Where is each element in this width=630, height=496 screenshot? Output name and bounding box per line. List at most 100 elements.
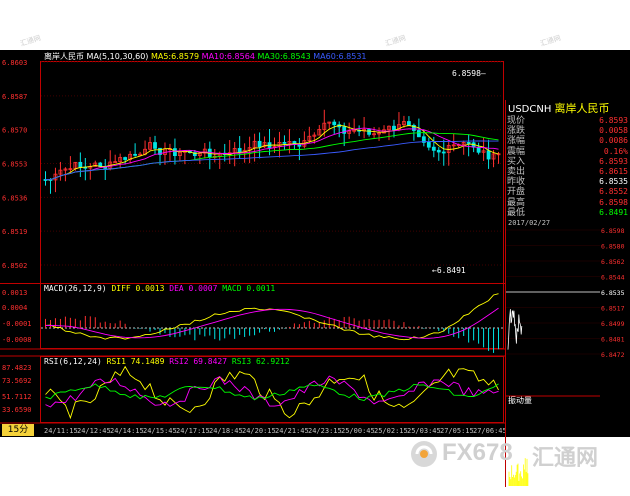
price-tick: 6.8553: [2, 161, 27, 169]
ma-value-1: MA5:6.8579: [150, 52, 200, 61]
quote-value: 6.8598: [599, 197, 628, 207]
candle: [133, 153, 138, 156]
ma-value-3: MA30:6.8543: [254, 52, 311, 61]
candle: [367, 129, 371, 135]
quote-value: 0.0086: [599, 136, 628, 146]
price-tick: 6.8603: [2, 59, 27, 67]
quote-label: 现价: [507, 116, 526, 126]
time-tick: 24/21:45: [275, 427, 309, 435]
instrument-name: 离岸人民币: [44, 52, 84, 61]
price-tick: 6.8570: [2, 127, 27, 135]
ma-value-4: MA60:6.8531: [310, 52, 367, 61]
intraday-tick: 6.8535: [601, 289, 625, 297]
time-tick: 24/15:45: [143, 427, 177, 435]
price-tick: 6.8587: [2, 93, 27, 101]
candle: [257, 140, 262, 148]
macd-value: MACD 0.0011: [222, 284, 276, 293]
watermark-stamp: 汇通网: [539, 33, 562, 49]
ma-value-2: MA10:6.8564: [199, 52, 255, 61]
candle: [416, 130, 421, 138]
quote-label: 买入: [507, 156, 526, 167]
candle: [486, 150, 491, 160]
quote-label: 开盘: [507, 187, 526, 198]
volume-label: 振动量: [508, 396, 532, 405]
candle: [466, 142, 471, 144]
time-tick: 25/02:15: [374, 427, 408, 435]
quote-value: 6.8615: [599, 167, 628, 176]
time-tick: 24/14:15: [110, 427, 144, 435]
time-tick: 24/23:15: [308, 427, 342, 435]
time-tick: 24/20:15: [242, 427, 276, 435]
rsi-tick: 73.5692: [2, 377, 32, 385]
quote-panel: USDCNH 离岸人民币 现价 6.8593 涨跌 0.0058 涨幅 0.0086 震幅 0…: [505, 100, 630, 487]
rsi-params: RSI(6,12,24): [44, 357, 102, 366]
macd-diff: DIFF 0.0013: [111, 284, 165, 293]
candle: [476, 146, 481, 153]
ma-line: [45, 132, 499, 181]
macd-tick: -0.0008: [2, 336, 32, 344]
candle: [297, 144, 302, 147]
kline-chart[interactable]: 6.8603 6.8587 6.8570 6.8553 6.8536 6.8519 6.85…: [0, 50, 505, 437]
time-tick: 24/17:15: [176, 427, 210, 435]
low-marker: ←6.8491: [432, 266, 466, 275]
quote-label: 涨幅: [507, 136, 526, 147]
price-tick: 6.8502: [2, 262, 27, 270]
symbol-name: 离岸人民币: [554, 102, 610, 115]
time-tick: 24/12:45: [77, 427, 111, 435]
candle: [332, 121, 337, 126]
quote-label: 昨收: [507, 177, 526, 188]
rsi2-value: RSI2 69.8427: [169, 357, 228, 366]
intraday-tick: 6.8598: [601, 227, 625, 235]
rsi-header: RSI(6,12,24) RSI1 74.1489 RSI2 69.8427 R…: [44, 357, 290, 367]
ma-line: [45, 127, 499, 181]
candle: [392, 125, 396, 131]
quote-value: 0.16%: [603, 146, 628, 156]
timeframe-button[interactable]: 15分: [2, 424, 34, 436]
chart-header: 离岸人民币 MA(5,10,30,60) MA5:6.8579 MA10:6.8…: [44, 52, 367, 62]
rsi-tick: 33.6590: [2, 406, 32, 414]
macd-tick: 0.0013: [2, 289, 27, 297]
quote-title: USDCNH 离岸人民币: [508, 102, 610, 117]
high-marker: 6.8598—: [452, 69, 486, 78]
macd-diff-line: [45, 293, 499, 341]
quote-value: 6.8535: [599, 177, 628, 187]
intraday-tick: 6.8517: [601, 305, 625, 313]
rsi-line: [45, 365, 499, 420]
macd-params: MACD(26,12,9): [44, 284, 107, 293]
intraday-tick: 6.8472: [601, 351, 625, 359]
quote-label: 卖出: [507, 167, 526, 177]
quote-label: 震幅: [507, 146, 526, 157]
price-tick: 6.8519: [2, 228, 27, 236]
intraday-line: [507, 309, 523, 350]
watermark-stamp: 汇通网: [384, 33, 407, 49]
quote-value: 6.8593: [599, 116, 628, 125]
candle: [407, 121, 411, 126]
candle: [431, 146, 436, 151]
quote-label: 涨跌: [507, 126, 526, 137]
time-tick: 27/05:15: [440, 427, 474, 435]
candle: [173, 148, 177, 156]
intraday-tick: 6.8580: [601, 243, 625, 251]
price-tick: 6.8536: [2, 194, 27, 202]
candle: [78, 161, 83, 168]
rsi-tick: 87.4823: [2, 364, 32, 372]
quote-label: 最高: [507, 197, 526, 208]
rsi-tick: 51.7112: [2, 393, 32, 401]
candle: [123, 157, 128, 160]
candle: [282, 142, 287, 144]
symbol-code: USDCNH: [508, 104, 552, 115]
candle: [426, 142, 431, 148]
rsi1-value: RSI1 74.1489: [106, 357, 165, 366]
macd-header: MACD(26,12,9) DIFF 0.0013 DEA 0.0007 MAC…: [44, 284, 275, 294]
time-tick: 24/11:15: [44, 427, 78, 435]
time-tick: 24/18:45: [209, 427, 243, 435]
intraday-tick: 6.8481: [601, 336, 625, 344]
candle: [441, 151, 446, 154]
macd-tick: -0.0001: [2, 320, 32, 328]
candle: [436, 149, 441, 153]
quote-value: 6.8552: [599, 187, 628, 197]
watermark-text: FX678: [442, 439, 513, 466]
ma-line: [45, 124, 499, 181]
trading-terminal: 6.8603 6.8587 6.8570 6.8553 6.8536 6.8519 6.85…: [0, 50, 630, 487]
intraday-tick: 6.8499: [601, 320, 625, 328]
